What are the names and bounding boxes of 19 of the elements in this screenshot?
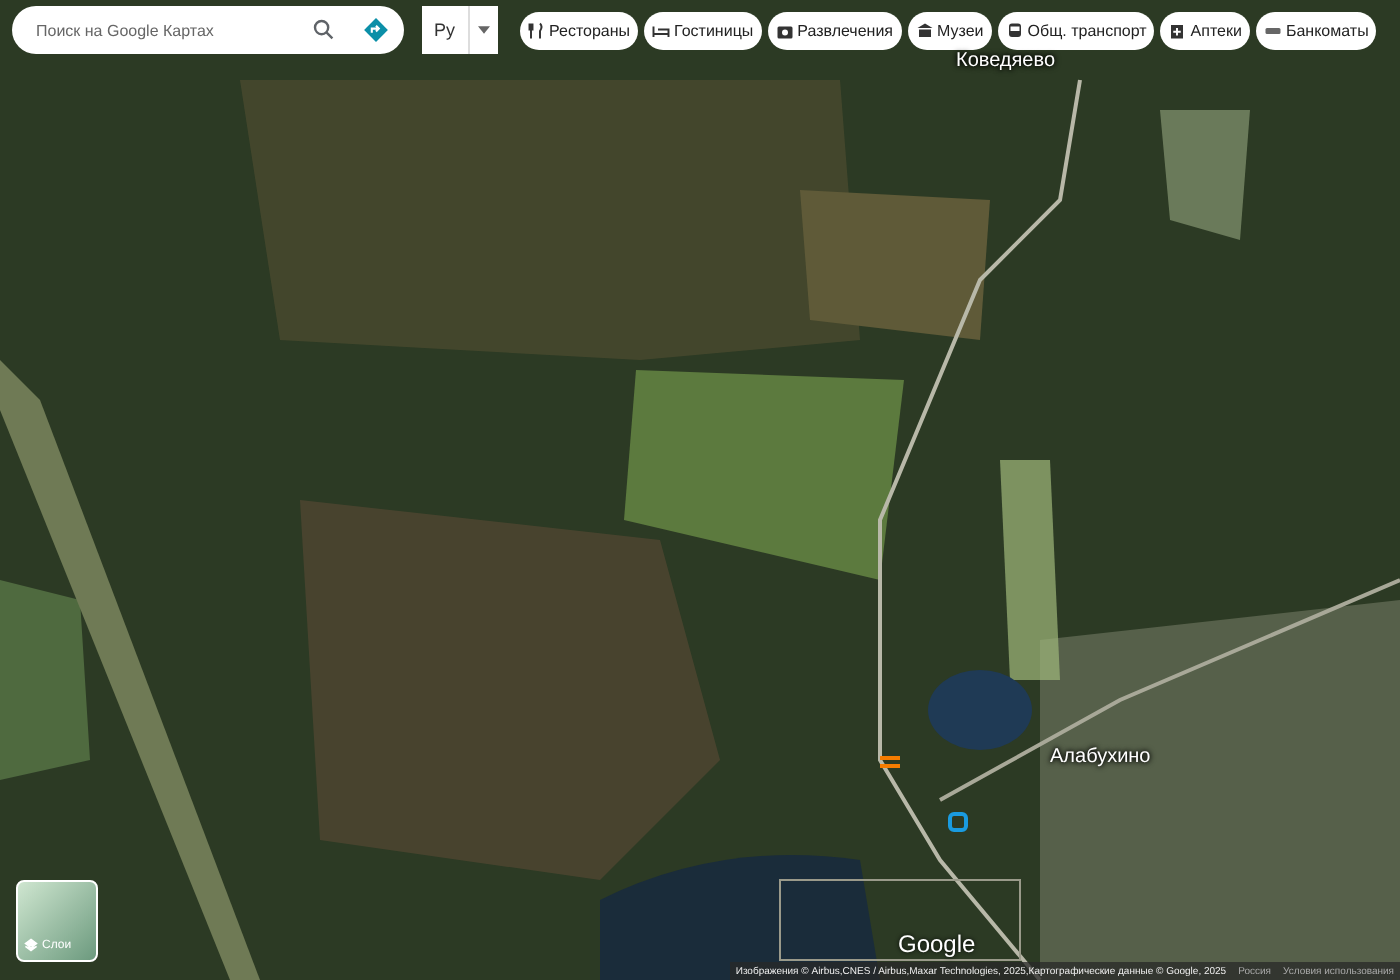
layers-icon [24,938,38,952]
camera-icon [775,21,794,39]
bus-stop-icon[interactable] [880,756,900,768]
place-label: Коведяево [956,50,1056,72]
google-logo: Google [898,930,976,958]
category-chip[interactable]: Гостиницы [644,11,762,49]
train-icon [1005,21,1024,39]
museum-icon [915,21,934,39]
place-label: Алабухино [1050,746,1151,768]
category-chip[interactable]: Развлечения [767,11,902,49]
bed-icon [652,21,671,39]
cutlery-icon [527,21,546,39]
language-selector[interactable]: Ру [422,6,498,54]
caret-icon [477,26,490,34]
search-icon[interactable] [312,18,336,42]
poi-icon[interactable] [948,812,968,832]
search-field[interactable]: Поиск на Google Картах [12,6,404,54]
pharmacy-icon [1168,21,1187,39]
category-chip[interactable]: Общ. транспорт [997,11,1155,49]
